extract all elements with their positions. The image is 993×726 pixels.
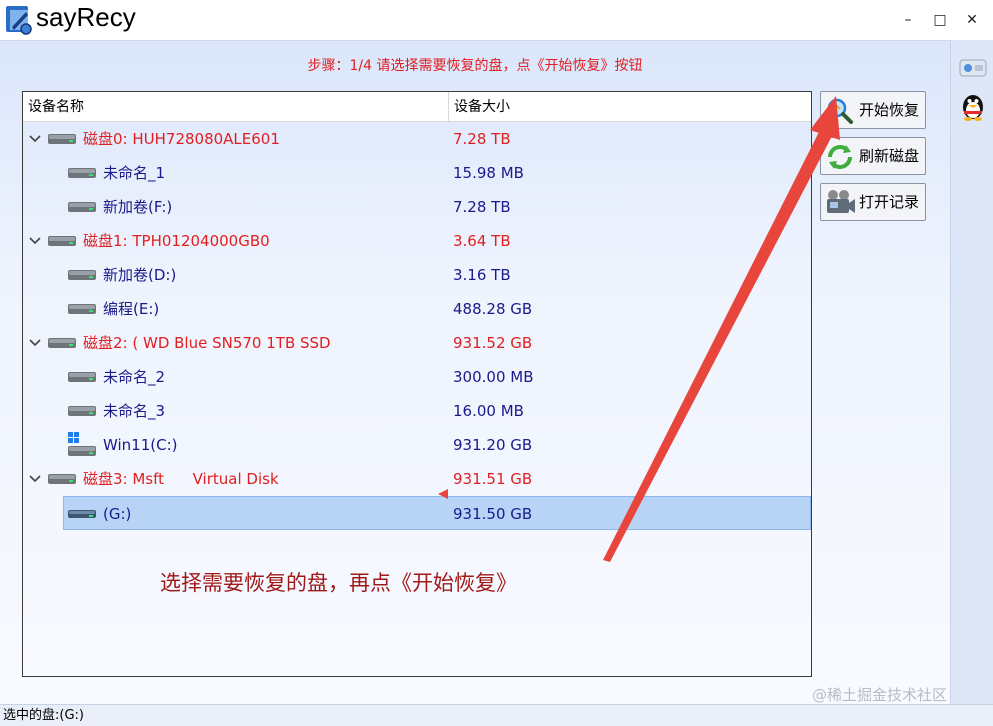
chevron-down-icon[interactable] — [27, 130, 43, 146]
hard-drive-icon — [48, 134, 76, 144]
tree-row-size: 931.50 GB — [453, 505, 533, 523]
drive-icon — [68, 168, 96, 178]
tree-row-partition[interactable]: 未命名_3 16.00 MB — [23, 394, 811, 428]
start-recovery-label: 开始恢复 — [859, 101, 920, 119]
tree-row-name: 磁盘3: Msft Virtual Disk — [83, 470, 279, 488]
tree-row-size: 3.64 TB — [453, 232, 511, 250]
annotation-text: 选择需要恢复的盘，再点《开始恢复》 — [160, 571, 517, 595]
side-toolbar — [950, 40, 993, 704]
tree-row-name: 磁盘2: ( WD Blue SN570 1TB SSD — [83, 334, 331, 352]
tree-header: 设备名称 设备大小 — [23, 92, 811, 122]
drive-icon — [68, 510, 96, 518]
column-device-size[interactable]: 设备大小 — [449, 92, 510, 122]
tree-row-size: 7.28 TB — [453, 198, 511, 216]
tree-row-name: 未命名_1 — [103, 164, 166, 182]
main-panel: 步骤：1/4 请选择需要恢复的盘，点《开始恢复》按钮 设备名称 设备大小 磁盘0… — [0, 40, 950, 704]
refresh-disks-label: 刷新磁盘 — [859, 147, 920, 165]
drive-icon — [68, 202, 96, 212]
qq-penguin-icon[interactable] — [957, 90, 989, 122]
tree-row-size: 3.16 TB — [453, 266, 511, 284]
network-drive-icon[interactable] — [957, 52, 989, 84]
tree-row-size: 16.00 MB — [453, 402, 524, 420]
magnifier-recovery-icon — [827, 98, 853, 124]
tree-row-partition[interactable]: 编程(E:) 488.28 GB — [23, 292, 811, 326]
close-button[interactable]: ✕ — [960, 8, 984, 32]
title-bar: sayRecy – □ ✕ — [0, 0, 993, 40]
column-device-name[interactable]: 设备名称 — [23, 92, 84, 122]
open-log-label: 打开记录 — [859, 193, 920, 211]
tree-row-name: 磁盘1: TPH01204000GB0 — [83, 232, 270, 250]
tree-row-size: 300.00 MB — [453, 368, 534, 386]
maximize-button[interactable]: □ — [928, 8, 952, 32]
tree-row-size: 15.98 MB — [453, 164, 524, 182]
tree-row-name: 未命名_3 — [103, 402, 166, 420]
chevron-down-icon[interactable] — [27, 334, 43, 350]
tree-row-size: 931.20 GB — [453, 436, 533, 454]
tree-row-name: 新加卷(F:) — [103, 198, 173, 216]
tree-row-name: 编程(E:) — [103, 300, 160, 318]
tree-row-partition[interactable]: 新加卷(F:) 7.28 TB — [23, 190, 811, 224]
app-logo-icon — [6, 6, 32, 35]
hard-drive-icon — [48, 338, 76, 348]
chevron-down-icon[interactable] — [27, 470, 43, 486]
tree-row-size: 7.28 TB — [453, 130, 511, 148]
tree-row-size: 931.52 GB — [453, 334, 533, 352]
video-camera-icon — [827, 190, 855, 213]
tree-row-name: Win11(C:) — [103, 436, 178, 454]
step-instruction: 步骤：1/4 请选择需要恢复的盘，点《开始恢复》按钮 — [307, 58, 643, 74]
tree-row-name: 未命名_2 — [103, 368, 166, 386]
tree-row-size: 488.28 GB — [453, 300, 533, 318]
tree-row-name: (G:) — [103, 505, 132, 523]
tree-row-partition[interactable]: 未命名_1 15.98 MB — [23, 156, 811, 190]
drive-icon — [68, 270, 96, 280]
watermark-text: @稀土掘金技术社区 — [812, 686, 948, 704]
tree-row-partition[interactable]: 未命名_2 300.00 MB — [23, 360, 811, 394]
tree-row-partition[interactable]: 新加卷(D:) 3.16 TB — [23, 258, 811, 292]
status-selected-disk: 选中的盘:(G:) — [3, 708, 84, 723]
refresh-disks-button[interactable]: 刷新磁盘 — [820, 137, 926, 175]
drive-icon — [68, 304, 96, 314]
open-log-button[interactable]: 打开记录 — [820, 183, 926, 221]
tree-row-disk1[interactable]: 磁盘1: TPH01204000GB0 3.64 TB — [23, 224, 811, 258]
hard-drive-icon — [48, 236, 76, 246]
window-title: sayRecy — [36, 2, 136, 32]
tree-row-disk2[interactable]: 磁盘2: ( WD Blue SN570 1TB SSD 931.52 GB — [23, 326, 811, 360]
tree-row-partition-selected[interactable]: (G:) 931.50 GB — [63, 496, 811, 530]
start-recovery-button[interactable]: 开始恢复 — [820, 91, 926, 129]
tree-row-name: 新加卷(D:) — [103, 266, 177, 284]
chevron-down-icon[interactable] — [27, 232, 43, 248]
drive-icon — [68, 372, 96, 382]
windows-system-drive-icon — [68, 432, 96, 456]
tree-row-disk0[interactable]: 磁盘0: HUH728080ALE601 7.28 TB — [23, 122, 811, 156]
minimize-button[interactable]: – — [896, 8, 920, 32]
tree-row-partition[interactable]: Win11(C:) 931.20 GB — [23, 428, 811, 462]
status-bar: 选中的盘:(G:) — [0, 704, 993, 726]
tree-row-size: 931.51 GB — [453, 470, 533, 488]
tree-row-disk3[interactable]: 磁盘3: Msft Virtual Disk 931.51 GB — [23, 462, 811, 496]
refresh-icon — [828, 145, 852, 169]
tree-row-name: 磁盘0: HUH728080ALE601 — [83, 130, 280, 148]
hard-drive-icon — [48, 474, 76, 484]
drive-icon — [68, 406, 96, 416]
